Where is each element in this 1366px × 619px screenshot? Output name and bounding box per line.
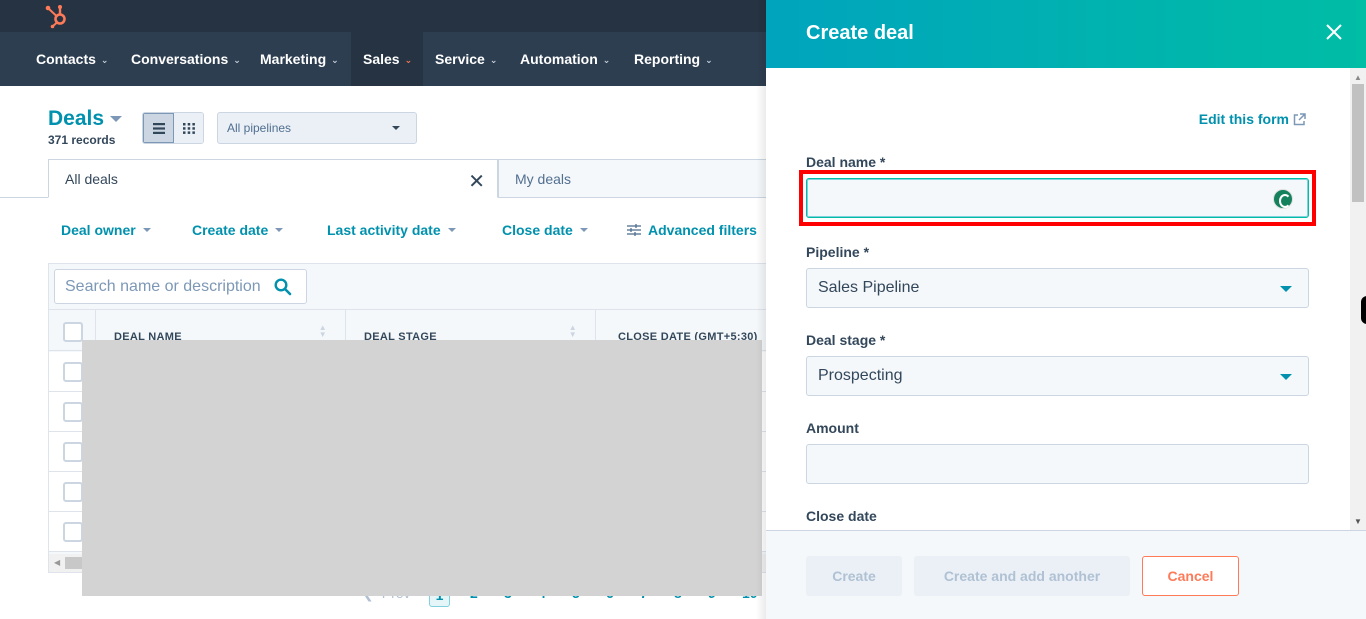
caret-down-icon: [142, 228, 151, 232]
sort-icon[interactable]: ▲ ▼: [319, 324, 327, 339]
nav-item-label: Service: [435, 51, 485, 67]
panel-title: Create deal: [806, 22, 914, 44]
scroll-down-icon[interactable]: ▼: [1354, 517, 1362, 526]
nav-item-label: Reporting: [634, 51, 701, 67]
panel-shadow: [756, 0, 766, 619]
row-checkbox[interactable]: [63, 522, 83, 542]
caret-down-icon: [447, 228, 456, 232]
tab-my-deals[interactable]: My deals: [498, 159, 778, 198]
caret-down-icon: [579, 228, 588, 232]
edit-form-label: Edit this form: [1198, 111, 1289, 127]
grid-icon: [182, 122, 195, 134]
page-title: Deals: [48, 107, 105, 130]
pipeline-select-value: All pipelines: [227, 121, 292, 135]
pipeline-dropdown[interactable]: Sales Pipeline: [806, 268, 1309, 308]
side-widget-tab[interactable]: [1361, 296, 1366, 324]
record-count: 371 records: [48, 133, 116, 147]
nav-item-marketing[interactable]: Marketing ⌄: [248, 32, 351, 86]
nav-item-label: Contacts: [36, 51, 96, 67]
list-icon: [152, 122, 165, 134]
caret-down-icon: [1280, 374, 1292, 380]
advanced-filters-button[interactable]: Advanced filters: [627, 222, 757, 238]
nav-item-label: Marketing: [260, 51, 327, 67]
panel-footer: Create Create and add another Cancel: [766, 530, 1366, 619]
close-icon[interactable]: [1322, 20, 1346, 44]
deal-stage-value: Prospecting: [818, 367, 903, 384]
row-checkbox[interactable]: [63, 362, 83, 382]
tab-label: My deals: [515, 170, 572, 187]
nav-item-conversations[interactable]: Conversations ⌄: [119, 32, 253, 86]
create-button[interactable]: Create: [806, 556, 902, 596]
amount-input[interactable]: [806, 444, 1309, 484]
sliders-icon: [627, 224, 641, 236]
scrollbar-thumb[interactable]: [1352, 84, 1364, 202]
nav-item-label: Conversations: [131, 51, 229, 67]
deals-title-dropdown[interactable]: Deals: [48, 107, 123, 131]
filter-label: Close date: [502, 222, 573, 238]
filter-label: Create date: [192, 222, 269, 238]
filter-label: Deal owner: [61, 222, 136, 238]
close-date-label: Close date: [806, 508, 877, 524]
pipeline-value: Sales Pipeline: [818, 279, 920, 296]
nav-item-label: Automation: [520, 51, 598, 67]
panel-body: Edit this form Deal name * Pipeline * Sa…: [766, 68, 1350, 530]
row-checkbox[interactable]: [63, 442, 83, 462]
caret-down-icon: [275, 228, 284, 232]
filter-label: Advanced filters: [648, 222, 757, 238]
search-placeholder: Search name or description: [65, 277, 261, 295]
view-toggle: [142, 112, 204, 144]
board-view-button[interactable]: [174, 113, 203, 143]
chevron-down-icon: ⌄: [233, 54, 241, 65]
nav-item-label: Sales: [363, 51, 400, 67]
nav-item-reporting[interactable]: Reporting ⌄: [622, 32, 725, 86]
grammarly-icon[interactable]: [1273, 189, 1293, 209]
filter-create-date[interactable]: Create date: [192, 222, 284, 238]
nav-item-automation[interactable]: Automation ⌄: [508, 32, 622, 86]
nav-item-service[interactable]: Service ⌄: [423, 32, 509, 86]
panel-header: Create deal: [766, 0, 1366, 68]
edit-form-link[interactable]: Edit this form: [1199, 111, 1306, 127]
chevron-down-icon: ⌄: [602, 54, 611, 65]
chevron-down-icon: ⌄: [331, 54, 339, 65]
nav-item-contacts[interactable]: Contacts ⌄: [24, 32, 120, 86]
hubspot-logo-icon[interactable]: [44, 3, 70, 29]
filter-label: Last activity date: [327, 222, 441, 238]
cancel-button[interactable]: Cancel: [1142, 556, 1239, 596]
search-input[interactable]: Search name or description: [54, 269, 307, 304]
create-and-add-another-button[interactable]: Create and add another: [914, 556, 1130, 596]
scroll-up-icon[interactable]: ▲: [1354, 73, 1362, 82]
sort-icon[interactable]: ▲ ▼: [569, 324, 577, 339]
caret-down-icon: [110, 116, 123, 122]
row-checkbox[interactable]: [63, 482, 83, 502]
create-deal-panel: Create deal Edit this form Deal name * P…: [766, 0, 1366, 619]
nav-item-sales[interactable]: Sales ⌄: [351, 32, 423, 86]
filter-close-date[interactable]: Close date: [502, 222, 588, 238]
deal-name-label: Deal name *: [806, 154, 886, 170]
redacted-region: [82, 340, 762, 596]
list-view-button[interactable]: [143, 113, 174, 143]
row-checkbox[interactable]: [63, 402, 83, 422]
filter-last-activity-date[interactable]: Last activity date: [327, 222, 456, 238]
pipeline-label: Pipeline *: [806, 244, 870, 260]
tab-label: All deals: [65, 170, 118, 187]
caret-down-icon: [392, 126, 400, 130]
caret-down-icon: [1280, 286, 1292, 292]
deal-name-input[interactable]: [806, 178, 1309, 218]
search-icon[interactable]: [274, 278, 292, 296]
chevron-down-icon: ⌄: [489, 54, 498, 65]
filter-deal-owner[interactable]: Deal owner: [61, 222, 151, 238]
select-all-checkbox[interactable]: [63, 322, 83, 342]
close-tab-icon[interactable]: ✕: [468, 169, 485, 194]
deal-stage-dropdown[interactable]: Prospecting: [806, 356, 1309, 396]
chevron-down-icon: ⌄: [100, 54, 109, 65]
amount-label: Amount: [806, 420, 859, 436]
chevron-down-icon: ⌄: [705, 54, 713, 65]
tab-all-deals[interactable]: All deals ✕: [48, 159, 498, 198]
scroll-left-icon[interactable]: ◀: [54, 558, 60, 567]
external-link-icon: [1293, 112, 1306, 125]
deal-stage-label: Deal stage *: [806, 332, 886, 348]
pipeline-select[interactable]: All pipelines: [217, 112, 417, 144]
chevron-down-icon: ⌄: [404, 54, 413, 65]
